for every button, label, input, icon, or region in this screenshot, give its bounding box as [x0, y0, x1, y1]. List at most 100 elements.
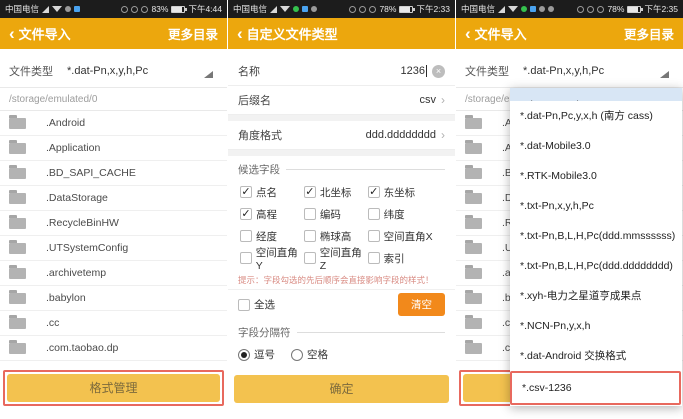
dropdown-item[interactable]: *.xyh-电力之星道亨成果点: [510, 281, 682, 311]
annotation-red-box: *.csv-1236: [510, 371, 681, 405]
eye-protect-icon: [349, 6, 356, 13]
panel-file-import-right: 中国电信 78% 下午2:35 ‹ 文件导入 更多目录 文件类型 *.dat-P…: [456, 0, 683, 419]
folder-icon: [9, 293, 26, 304]
checkbox-icon[interactable]: [240, 186, 252, 198]
annotation-red-box: 格式管理: [3, 370, 224, 406]
checkbox-icon[interactable]: [368, 208, 380, 220]
file-type-value: *.dat-Pn,x,y,h,Pc: [67, 65, 148, 77]
folder-row[interactable]: .com.taobao.dp: [0, 336, 227, 361]
dropdown-item[interactable]: *.txt-Pn,x,y,h,Pc: [510, 191, 682, 221]
separator-section-title: 字段分隔符: [228, 319, 455, 342]
wifi-icon: [508, 6, 518, 12]
alarm-icon: [587, 6, 594, 13]
folder-icon: [9, 343, 26, 354]
clock-label: 下午4:44: [188, 3, 222, 15]
field-checkbox[interactable]: 纬度: [368, 203, 443, 225]
clear-fields-button[interactable]: 清空: [398, 293, 445, 316]
back-icon[interactable]: ‹: [9, 25, 15, 42]
screenshot-strip: 中国电信 83% 下午4:44 ‹ 文件导入 更多目录 文件类型 *.dat-P…: [0, 0, 683, 419]
folder-row[interactable]: .DataStorage: [0, 186, 227, 211]
field-checkbox[interactable]: 空间直角X: [368, 225, 443, 247]
folder-icon: [9, 143, 26, 154]
field-checkbox[interactable]: 编码: [304, 203, 368, 225]
more-directories-button[interactable]: 更多目录: [168, 24, 218, 43]
radio-icon[interactable]: [291, 349, 303, 361]
dropdown-selected-item[interactable]: *.dat-Pn,x,y,h,Pc: [510, 88, 682, 101]
page-title: 自定义文件类型: [247, 24, 338, 43]
file-type-dropdown: *.dat-Pn,x,y,h,Pc *.dat-Pn,Pc,y,x,h (南方 …: [510, 88, 682, 406]
clock-label: 下午2:35: [644, 3, 678, 15]
name-input[interactable]: 1236: [401, 65, 425, 77]
dropdown-item-csv-1236[interactable]: *.csv-1236: [512, 373, 679, 403]
field-checkbox[interactable]: 东坐标: [368, 181, 443, 203]
dropdown-triangle-icon[interactable]: [204, 71, 213, 78]
more-directories-button[interactable]: 更多目录: [624, 24, 674, 43]
folder-row[interactable]: .Android: [0, 111, 227, 136]
dropdown-item[interactable]: *.RTK-Mobile3.0: [510, 161, 682, 191]
page-title: 文件导入: [19, 24, 71, 43]
angle-format-label: 角度格式: [238, 127, 282, 143]
battery-icon: [171, 6, 185, 13]
dropdown-item[interactable]: *.txt-Pn,B,L,H,Pc(ddd.mmssssss): [510, 221, 682, 251]
checkbox-icon[interactable]: [304, 186, 316, 198]
dropdown-item[interactable]: *.dat-Pn,Pc,y,x,h (南方 cass): [510, 101, 682, 131]
comma-radio[interactable]: 逗号: [238, 347, 275, 362]
checkbox-icon[interactable]: [240, 230, 252, 242]
folder-row[interactable]: .babylon: [0, 286, 227, 311]
candidate-fields-grid: 点名 北坐标 东坐标 高程 编码 纬度 经度 椭球高 空间直角X 空间直角Y 空…: [228, 179, 455, 269]
notification-icon: [521, 6, 527, 12]
folder-icon: [465, 168, 482, 179]
checkbox-icon[interactable]: [304, 252, 316, 264]
folder-row[interactable]: .BD_SAPI_CACHE: [0, 161, 227, 186]
checkbox-icon[interactable]: [240, 252, 252, 264]
folder-icon: [9, 268, 26, 279]
wifi-icon: [280, 6, 290, 12]
clear-icon[interactable]: ×: [432, 65, 445, 78]
dropdown-item[interactable]: *.dat-Android 交换格式: [510, 341, 682, 371]
eye-protect-icon: [577, 6, 584, 13]
app-notification-icon: [530, 6, 536, 12]
folder-row[interactable]: .cc: [0, 311, 227, 336]
suffix-field-row[interactable]: 后缀名 csv ›: [228, 86, 455, 115]
separator-radio-group: 逗号 空格: [228, 342, 455, 369]
field-checkbox[interactable]: 北坐标: [304, 181, 368, 203]
field-checkbox[interactable]: 点名: [240, 181, 304, 203]
folder-row[interactable]: .UTSystemConfig: [0, 236, 227, 261]
format-manage-button[interactable]: 格式管理: [7, 374, 220, 402]
hint-text: 提示：字段勾选的先后顺序会直接影响字段的样式！: [228, 269, 455, 289]
suffix-label: 后缀名: [238, 92, 271, 108]
angle-format-row[interactable]: 角度格式 ddd.dddddddd ›: [228, 121, 455, 150]
folder-row[interactable]: .Application: [0, 136, 227, 161]
select-all-checkbox[interactable]: 全选: [238, 294, 275, 316]
folder-icon: [465, 193, 482, 204]
confirm-button[interactable]: 确定: [234, 375, 449, 403]
folder-row[interactable]: .archivetemp: [0, 261, 227, 286]
dropdown-item[interactable]: *.dat-Mobile3.0: [510, 131, 682, 161]
radio-icon[interactable]: [238, 349, 250, 361]
field-checkbox[interactable]: 空间直角Y: [240, 247, 304, 269]
checkbox-icon[interactable]: [240, 208, 252, 220]
dropdown-triangle-icon[interactable]: [660, 71, 669, 78]
back-icon[interactable]: ‹: [237, 25, 243, 42]
checkbox-icon[interactable]: [304, 230, 316, 242]
folder-row[interactable]: .RecycleBinHW: [0, 211, 227, 236]
battery-percent: 78%: [607, 4, 624, 14]
folder-icon: [465, 293, 482, 304]
name-field-row[interactable]: 名称 1236 ×: [228, 57, 455, 86]
file-type-selector[interactable]: 文件类型 *.dat-Pn,x,y,h,Pc: [0, 55, 227, 88]
checkbox-icon[interactable]: [368, 230, 380, 242]
space-radio[interactable]: 空格: [291, 347, 328, 362]
checkbox-icon[interactable]: [368, 252, 380, 264]
field-checkbox[interactable]: 索引: [368, 247, 443, 269]
nav-bar: ‹ 自定义文件类型: [228, 18, 455, 49]
dropdown-item[interactable]: *.txt-Pn,B,L,H,Pc(ddd.dddddddd): [510, 251, 682, 281]
folder-icon: [9, 243, 26, 254]
field-checkbox[interactable]: 空间直角Z: [304, 247, 368, 269]
dropdown-item[interactable]: *.NCN-Pn,y,x,h: [510, 311, 682, 341]
field-checkbox[interactable]: 高程: [240, 203, 304, 225]
checkbox-icon[interactable]: [304, 208, 316, 220]
file-type-selector[interactable]: 文件类型 *.dat-Pn,x,y,h,Pc: [456, 55, 683, 88]
checkbox-icon[interactable]: [368, 186, 380, 198]
checkbox-icon[interactable]: [238, 299, 250, 311]
back-icon[interactable]: ‹: [465, 25, 471, 42]
